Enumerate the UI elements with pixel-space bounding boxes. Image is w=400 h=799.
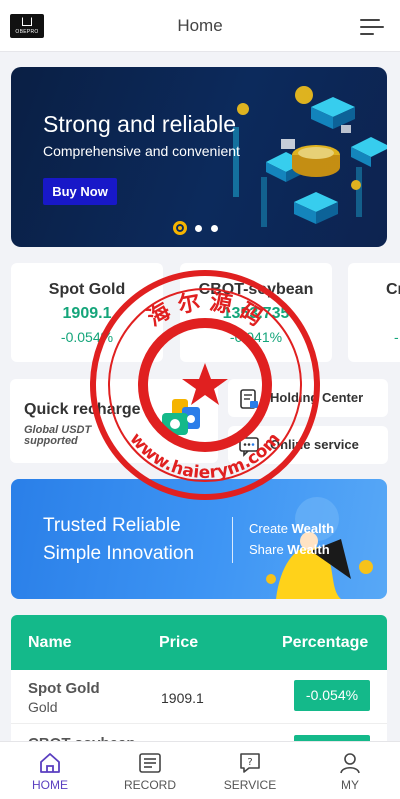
nav-service[interactable]: ? SERVICE <box>200 742 300 799</box>
holding-center-button[interactable]: Holding Center <box>228 379 388 417</box>
market-table: Name Price Percentage Spot Gold Gold 190… <box>11 615 387 755</box>
help-icon: ? <box>240 753 260 773</box>
online-service-label: Online service <box>270 437 359 452</box>
nav-my[interactable]: MY <box>300 742 400 799</box>
table-header: Name Price Percentage <box>11 615 387 670</box>
ticker-change: - <box>394 329 399 345</box>
carousel-dots <box>173 221 233 235</box>
ticker-card-spot-gold[interactable]: Spot Gold 1909.1 -0.054% <box>11 263 163 362</box>
svg-text:?: ? <box>247 757 252 768</box>
home-icon <box>40 753 60 773</box>
page-title: Home <box>177 16 223 35</box>
carousel-dot[interactable] <box>195 225 202 232</box>
promo-banner[interactable]: Trusted Reliable Simple Innovation Creat… <box>11 479 387 599</box>
row-name: Spot Gold <box>28 680 100 697</box>
banner-title: Strong and reliable <box>43 111 237 137</box>
ticker-name: CBOT-soybean <box>198 281 314 298</box>
table-row[interactable]: Spot Gold Gold 1909.1 -0.054% <box>11 670 387 724</box>
buy-now-button[interactable]: Buy Now <box>43 178 117 205</box>
record-icon <box>139 753 161 773</box>
promo-create-wealth: Create Wealth <box>249 521 335 536</box>
ticker-change: -0.041% <box>229 329 283 345</box>
row-percentage-badge: -0.054% <box>294 680 370 711</box>
carousel-dot[interactable] <box>211 225 218 232</box>
menu-icon[interactable] <box>360 18 384 36</box>
banner-subtitle: Comprehensive and convenient <box>43 143 240 159</box>
promo-divider <box>232 517 233 563</box>
nav-record[interactable]: RECORD <box>100 742 200 799</box>
quick-recharge-subtitle: Global USDT supported <box>24 424 92 447</box>
nav-service-label: SERVICE <box>223 778 277 792</box>
promo-line-2: Simple Innovation <box>43 543 195 564</box>
ticker-change: -0.054% <box>60 329 114 345</box>
quick-recharge-title: Quick recharge <box>24 401 141 418</box>
ticker-card-partial[interactable]: Cr - <box>348 263 400 362</box>
row-price: 1909.1 <box>161 690 204 706</box>
row-subname: Gold <box>28 699 58 715</box>
promo-line-1: Trusted Reliable <box>43 515 181 536</box>
nav-record-label: RECORD <box>123 778 176 792</box>
wallet-icon <box>162 399 200 435</box>
ticker-name: Spot Gold <box>48 281 126 298</box>
ticker-price: 1909.1 <box>62 305 112 322</box>
chat-icon <box>239 437 259 457</box>
online-service-button[interactable]: Online service <box>228 426 388 464</box>
quick-recharge-card[interactable]: Quick recharge Global USDT supported <box>10 379 218 463</box>
column-price[interactable]: Price <box>159 615 198 670</box>
ticker-card-cbot-soybean[interactable]: CBOT-soybean 1353.735 -0.041% <box>180 263 332 362</box>
column-name[interactable]: Name <box>28 615 72 670</box>
promo-share-wealth: Share Wealth <box>249 542 330 557</box>
nav-home-label: HOME <box>32 778 68 792</box>
document-icon <box>240 389 258 409</box>
column-percentage[interactable]: Percentage <box>282 615 368 670</box>
nav-my-label: MY <box>341 778 359 792</box>
promo-illustration-icon <box>266 497 373 599</box>
app-header: OBEPRO Home <box>0 0 400 52</box>
nav-home[interactable]: HOME <box>0 742 100 799</box>
holding-center-label: Holding Center <box>270 390 364 405</box>
user-icon <box>340 753 360 774</box>
bottom-nav: HOME RECORD ? SERVICE MY <box>0 741 400 799</box>
hero-banner[interactable]: Strong and reliable Comprehensive and co… <box>11 67 387 247</box>
ticker-name: Cr <box>386 281 400 298</box>
ticker-price: 1353.735 <box>222 305 290 322</box>
carousel-dot-active[interactable] <box>173 221 187 235</box>
